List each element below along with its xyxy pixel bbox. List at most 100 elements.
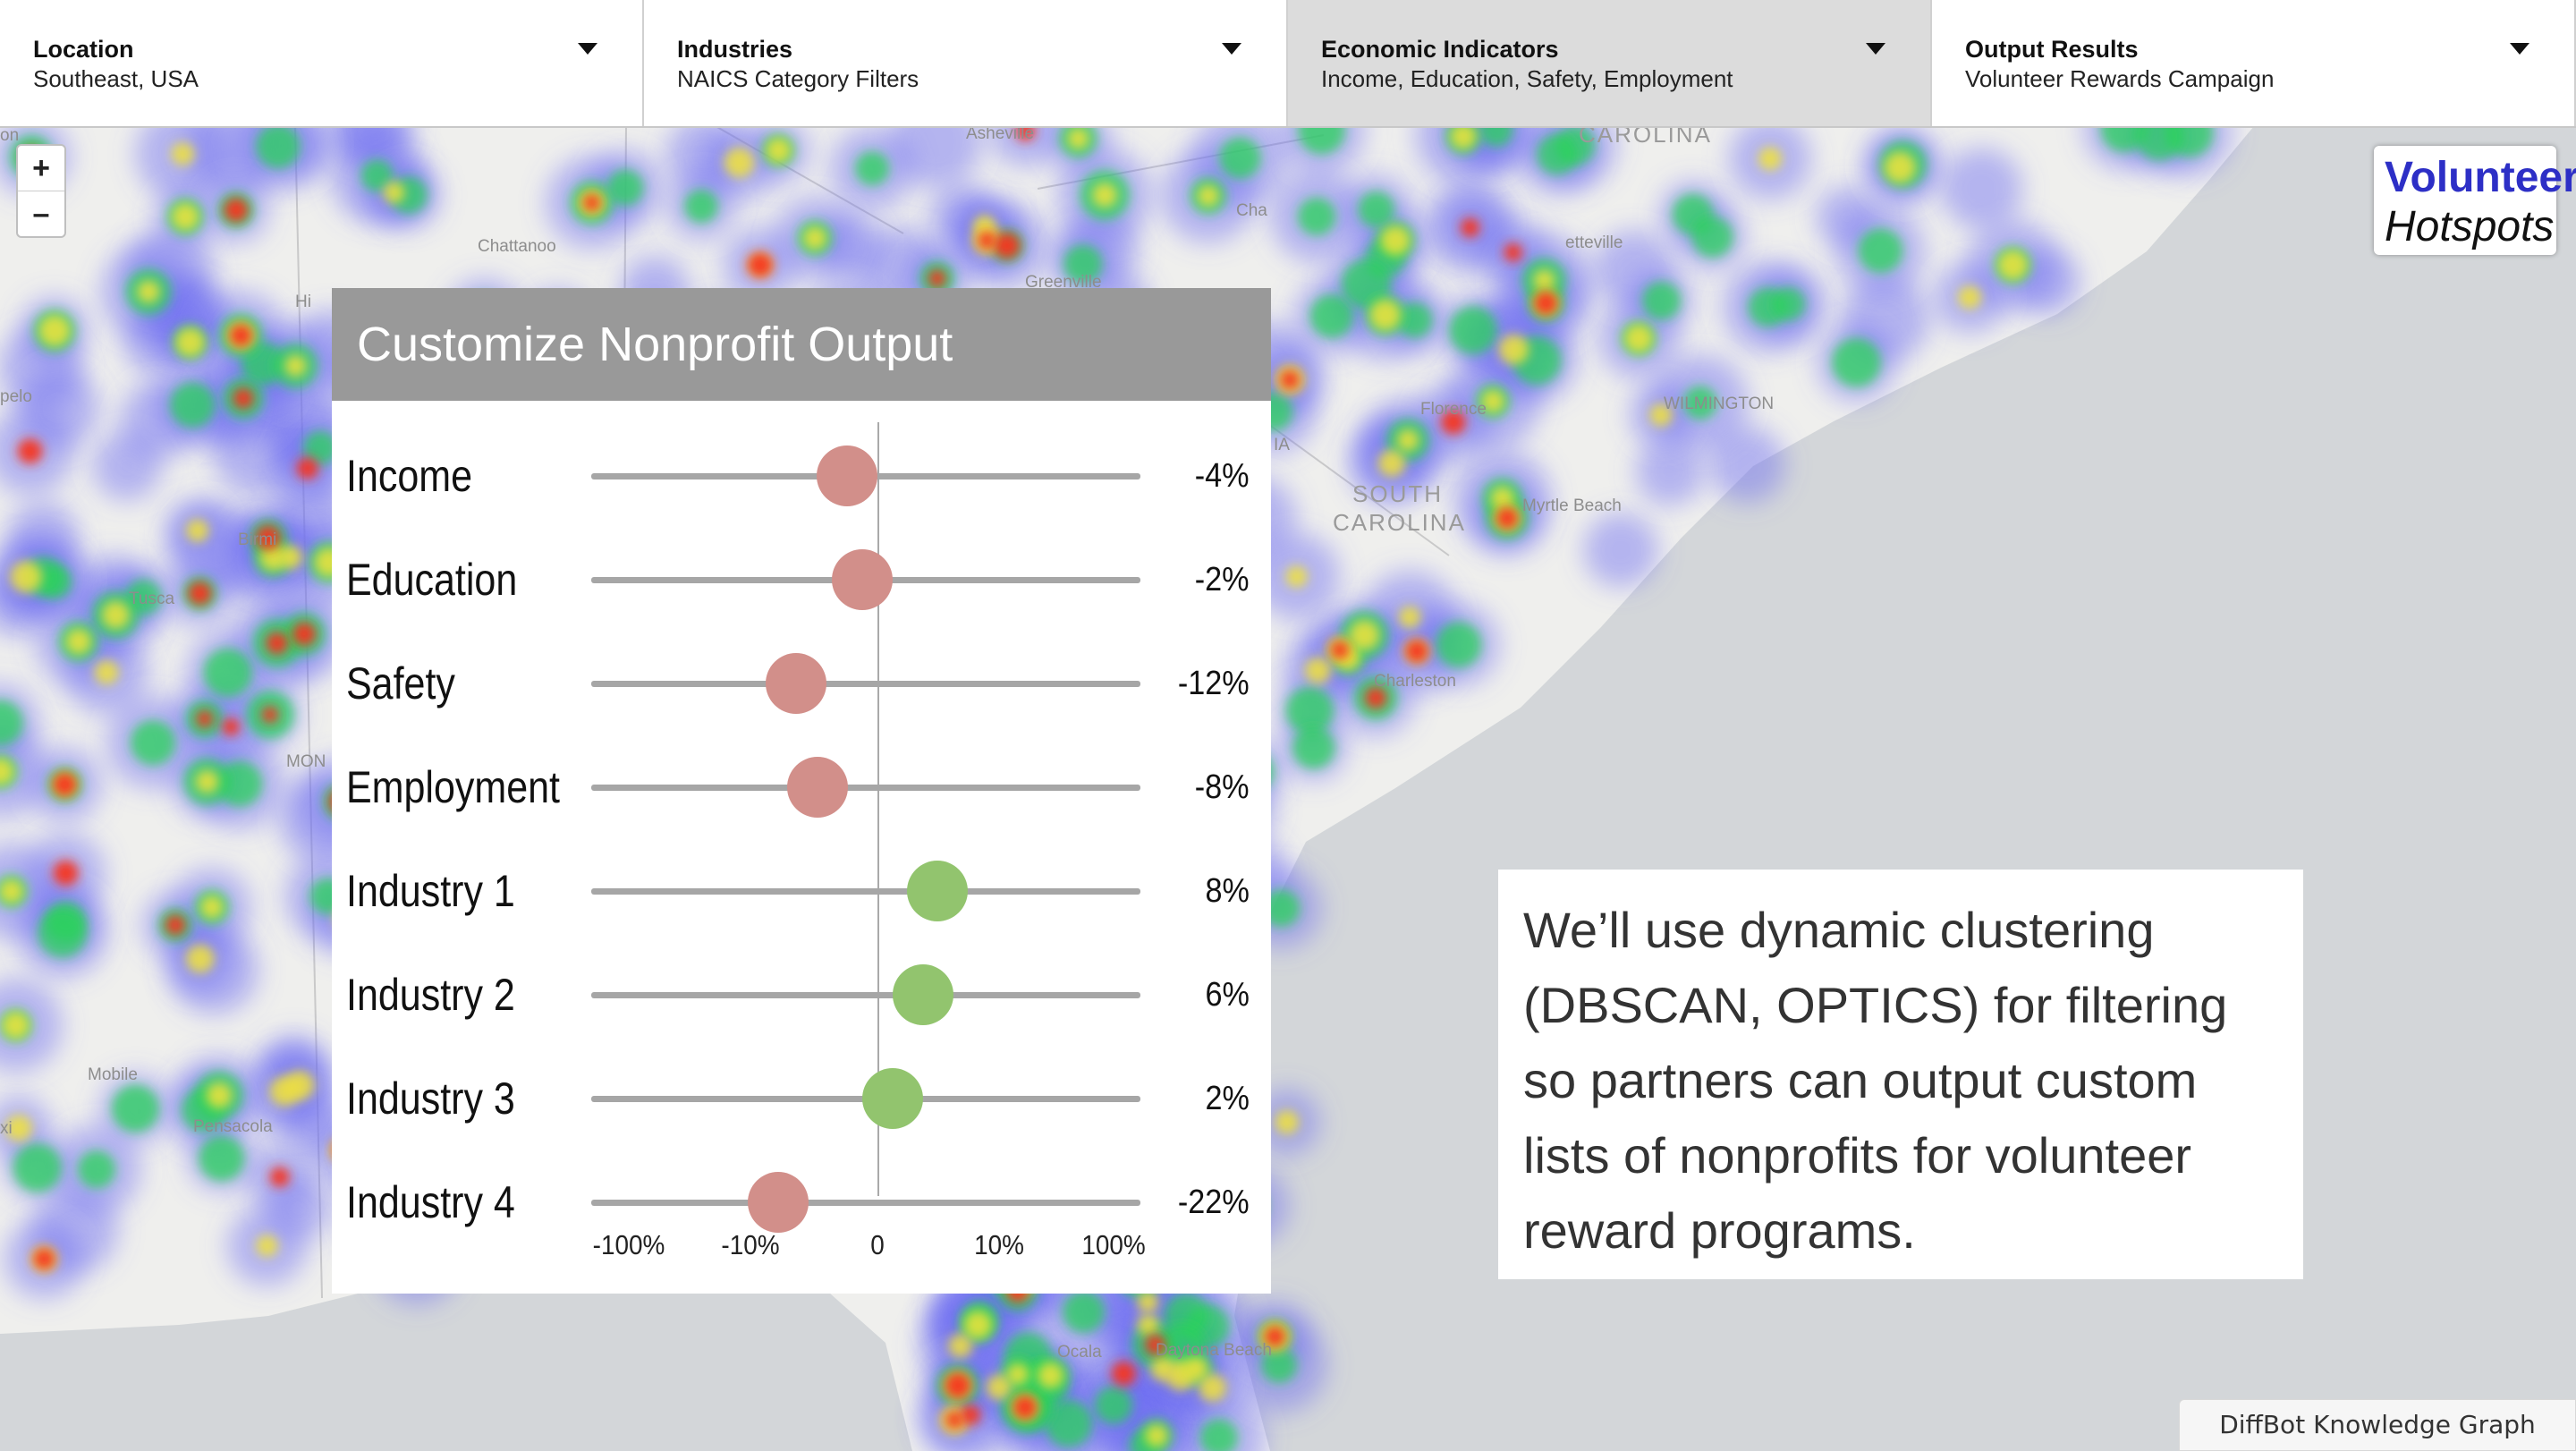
place-label: WILMINGTON: [1664, 395, 1775, 413]
heat-blob: [296, 457, 319, 479]
heat-blob: [1504, 242, 1523, 262]
slider-row: Industry 4 -22%: [332, 1172, 1271, 1233]
heat-blob: [130, 720, 176, 766]
heat-blob: [111, 1084, 160, 1133]
heat-blob: [945, 1411, 963, 1429]
slider-handle[interactable]: [747, 1172, 809, 1233]
heat-blob: [1297, 197, 1336, 236]
heat-blob: [229, 324, 252, 347]
place-label: pelo: [0, 387, 32, 406]
panel-title: Customize Nonprofit Output: [332, 288, 1271, 401]
caret-down-icon[interactable]: [2510, 43, 2529, 55]
slider-track[interactable]: [591, 681, 1140, 687]
place-label: Tusca: [129, 590, 175, 608]
place-label: Mobile: [88, 1065, 138, 1084]
slider-track[interactable]: [591, 992, 1140, 998]
heat-blob: [978, 231, 996, 250]
heat-blob: [606, 169, 644, 207]
heat-blob: [1067, 127, 1089, 149]
heat-blob: [256, 126, 301, 169]
place-label: Hi: [295, 293, 311, 311]
filter-title: Output Results: [1965, 36, 2139, 63]
slider-axis: -100% -10% 0 10% 100%: [332, 1229, 1271, 1265]
heat-blob: [855, 151, 890, 186]
zoom-out-button[interactable]: –: [18, 191, 64, 236]
place-label: CAROLINA: [1333, 509, 1466, 536]
heat-blob: [383, 182, 405, 204]
heat-blob: [284, 354, 307, 378]
heat-blob: [19, 368, 99, 448]
output-results-filter-dropdown[interactable]: Output Results Volunteer Rewards Campaig…: [1932, 0, 2576, 126]
slider-handle[interactable]: [786, 757, 848, 818]
info-callout: We’ll use dynamic clustering (DBSCAN, OP…: [1498, 870, 2303, 1279]
filter-value: Volunteer Rewards Campaign: [1965, 65, 2275, 93]
slider-value: -8%: [1195, 768, 1250, 806]
heat-blob: [38, 908, 88, 958]
heat-blob: [724, 147, 755, 178]
caret-down-icon[interactable]: [1866, 43, 1885, 55]
industries-filter-dropdown[interactable]: Industries NAICS Category Filters: [644, 0, 1288, 126]
heat-blob: [1396, 429, 1419, 452]
heat-blob: [233, 387, 254, 409]
slider-handle[interactable]: [892, 964, 953, 1025]
heat-blob: [199, 895, 224, 919]
heat-blob: [101, 600, 130, 630]
slider-row: Industry 3 2%: [332, 1068, 1271, 1129]
place-label: Florence: [1420, 400, 1487, 419]
heat-blob: [1941, 148, 2023, 230]
heat-blob: [10, 560, 42, 593]
slider-label: Industry 4: [346, 1177, 515, 1227]
slider-handle[interactable]: [832, 549, 894, 610]
heat-blob: [261, 706, 279, 724]
heat-blob: [165, 914, 186, 936]
heat-blob: [195, 769, 219, 793]
place-label: Charleston: [1374, 672, 1456, 691]
heat-blob: [1449, 306, 1497, 355]
place-label: Pensacola: [193, 1117, 273, 1136]
heat-blob: [1137, 1291, 1159, 1313]
slider-track[interactable]: [591, 1200, 1140, 1206]
location-filter-dropdown[interactable]: Location Southeast, USA: [0, 0, 644, 126]
slider-label: Safety: [346, 658, 455, 709]
heat-blob: [1635, 437, 1704, 506]
slider-row: Employment -8%: [332, 757, 1271, 818]
slider-handle[interactable]: [817, 445, 878, 506]
slider-label: Industry 1: [346, 866, 515, 916]
heat-blob: [256, 1235, 278, 1257]
heat-blob: [65, 628, 92, 655]
zoom-in-button[interactable]: +: [18, 146, 64, 191]
place-label: Birmi: [238, 530, 277, 549]
heat-blob: [169, 382, 216, 429]
heat-blob: [137, 280, 160, 303]
filter-value: NAICS Category Filters: [677, 65, 919, 93]
slider-handle[interactable]: [766, 653, 827, 714]
heat-blob: [33, 1248, 55, 1270]
caret-down-icon[interactable]: [578, 43, 597, 55]
heat-blob: [1533, 269, 1555, 292]
place-label: IA: [1274, 436, 1290, 454]
heat-blob: [1436, 622, 1482, 668]
heat-blob: [1771, 286, 1806, 321]
heat-blob: [1304, 657, 1332, 684]
heat-blob: [0, 878, 24, 904]
heat-blob: [171, 202, 199, 231]
economic-indicators-filter-dropdown[interactable]: Economic Indicators Income, Education, S…: [1288, 0, 1932, 126]
slider-value: -2%: [1195, 561, 1250, 598]
heat-blob: [284, 1070, 315, 1100]
slider-row: Industry 1 8%: [332, 861, 1271, 921]
slider-track[interactable]: [591, 785, 1140, 791]
heat-blob: [765, 137, 792, 164]
slider-handle[interactable]: [907, 861, 969, 921]
heat-blob: [963, 1311, 993, 1340]
callout-text: We’ll use dynamic clustering (DBSCAN, OP…: [1523, 902, 2228, 1259]
heat-blob: [960, 1404, 981, 1425]
filter-bar: Location Southeast, USA Industries NAICS…: [0, 0, 2576, 128]
heat-blob: [1498, 334, 1530, 365]
heat-blob: [1405, 640, 1428, 663]
axis-tick: 100%: [1081, 1229, 1146, 1260]
heat-blob: [1292, 726, 1335, 769]
filter-value: Income, Education, Safety, Employment: [1321, 65, 1733, 93]
caret-down-icon[interactable]: [1222, 43, 1241, 55]
slider-track[interactable]: [591, 888, 1140, 895]
slider-handle[interactable]: [861, 1068, 923, 1129]
